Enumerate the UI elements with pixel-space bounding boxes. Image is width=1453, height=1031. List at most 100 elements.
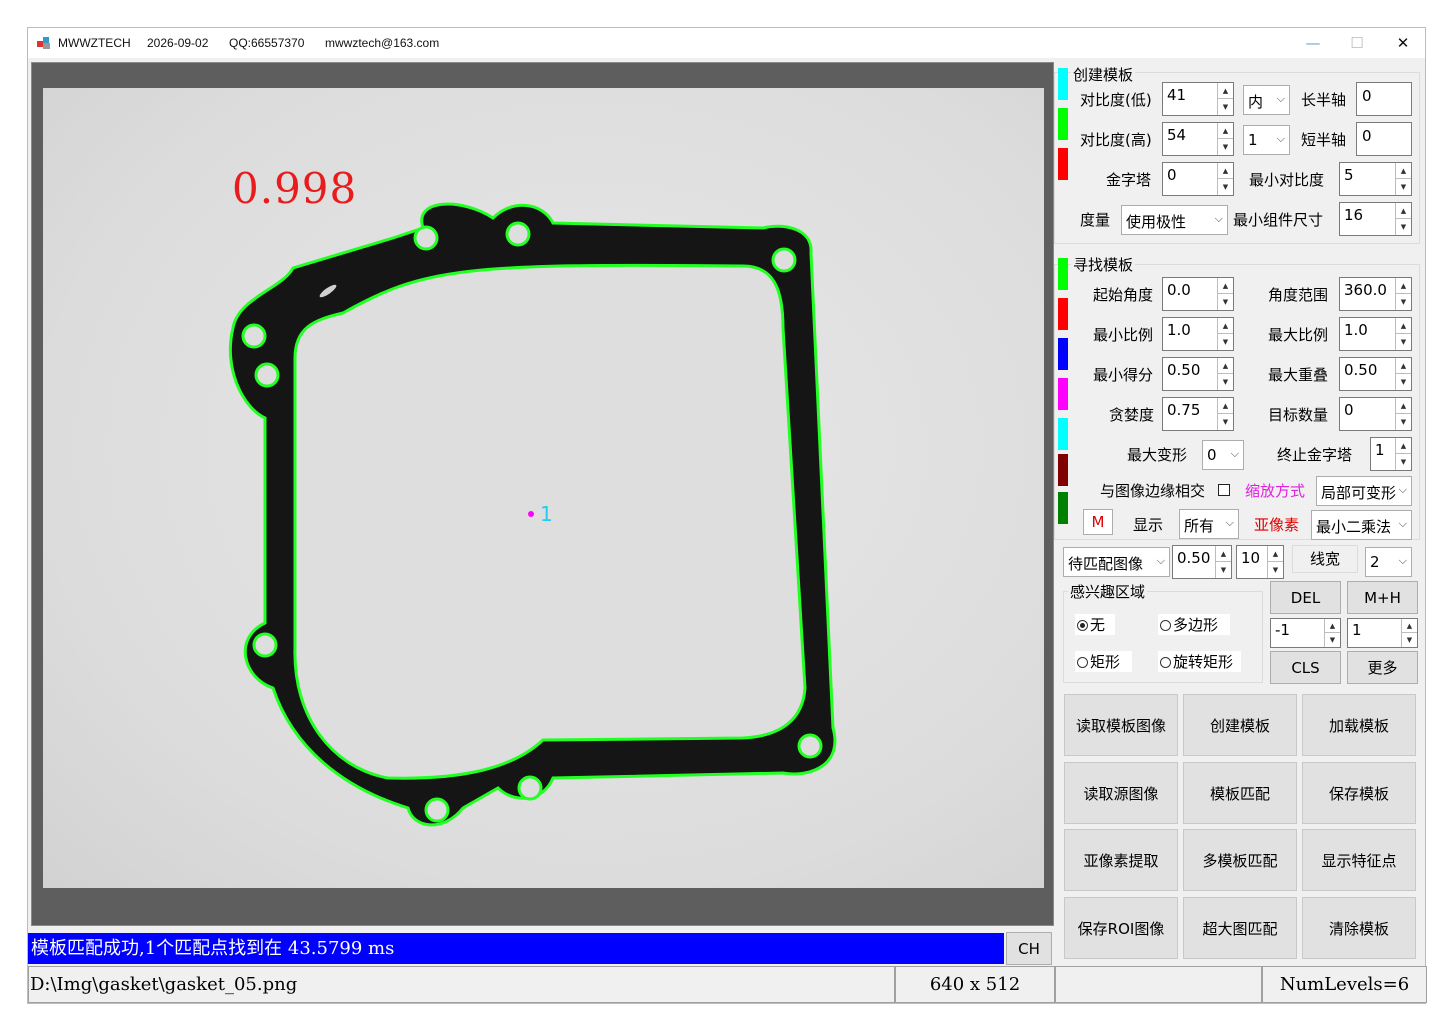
match-center-point	[528, 511, 534, 517]
contrast-high-spinner[interactable]: 54 ▲ ▼	[1162, 122, 1234, 156]
inner-select[interactable]: 内 ⌵	[1243, 85, 1290, 115]
angle-range-label: 角度范围	[1268, 286, 1329, 304]
color-swatch	[1058, 378, 1068, 410]
more-button[interactable]: 更多	[1347, 651, 1418, 684]
large-image-match-button[interactable]: 超大图匹配	[1183, 897, 1297, 959]
roi-polygon-radio[interactable]: 多边形	[1158, 614, 1231, 635]
maximize-button[interactable]: ☐	[1334, 28, 1380, 58]
num-targets-label: 目标数量	[1268, 406, 1329, 424]
min-component-spinner[interactable]: 16 ▲ ▼	[1339, 202, 1412, 236]
app-logo-icon	[37, 37, 50, 49]
minor-axis-input[interactable]: 0	[1356, 122, 1412, 156]
pyramid-label: 金字塔	[1106, 171, 1152, 189]
color-swatch	[1058, 492, 1068, 524]
subpixel-extract-button[interactable]: 亚像素提取	[1064, 829, 1178, 891]
app-name: MWWZTECH	[58, 36, 131, 50]
end-pyramid-label: 终止金字塔	[1277, 446, 1353, 464]
line-width-select[interactable]: 2 ⌵	[1365, 547, 1412, 577]
min-scale-spinner[interactable]: 1.0 ▲ ▼	[1162, 317, 1234, 351]
read-source-image-button[interactable]: 读取源图像	[1064, 762, 1178, 824]
close-button[interactable]: ✕	[1380, 28, 1426, 58]
contrast-low-label: 对比度(低)	[1080, 91, 1152, 109]
find-template-title: 寻找模板	[1071, 254, 1136, 275]
min-contrast-label: 最小对比度	[1249, 171, 1325, 189]
line-width-label: 线宽	[1292, 545, 1358, 573]
scale-mode-select[interactable]: 局部可变形 ⌵	[1316, 476, 1412, 506]
roi-rotated-rect-radio[interactable]: 旋转矩形	[1158, 651, 1242, 672]
metric-select[interactable]: 使用极性 ⌵	[1121, 205, 1228, 235]
create-template-button[interactable]: 创建模板	[1183, 694, 1297, 756]
index-spinner-1[interactable]: -1 ▲ ▼	[1270, 618, 1341, 648]
del-button[interactable]: DEL	[1270, 581, 1341, 614]
border-intersect-checkbox[interactable]	[1218, 484, 1230, 496]
ch-button[interactable]: CH	[1006, 932, 1052, 965]
max-deform-select[interactable]: 0 ⌵	[1202, 440, 1244, 470]
min-score-spinner[interactable]: 0.50 ▲ ▼	[1162, 357, 1234, 391]
color-swatch	[1058, 454, 1068, 486]
border-intersect-label: 与图像边缘相交	[1100, 482, 1206, 500]
m-button[interactable]: M	[1083, 509, 1113, 535]
image-select[interactable]: 待匹配图像 ⌵	[1063, 547, 1170, 577]
app-qq: QQ:66557370	[229, 36, 305, 50]
angle-range-spinner[interactable]: 360.0 ▲ ▼	[1339, 277, 1412, 311]
cls-button[interactable]: CLS	[1270, 651, 1341, 684]
subpixel-select[interactable]: 最小二乘法 ⌵	[1311, 510, 1412, 540]
gasket-shape	[228, 202, 837, 827]
color-swatch	[1058, 258, 1068, 290]
gasket-image[interactable]: 0.998 1	[43, 88, 1044, 888]
clear-template-button[interactable]: 清除模板	[1302, 897, 1416, 959]
size-spinner[interactable]: 10 ▲ ▼	[1236, 545, 1284, 579]
num-select[interactable]: 1 ⌵	[1243, 125, 1290, 155]
max-overlap-spinner[interactable]: 0.50 ▲ ▼	[1339, 357, 1412, 391]
max-deform-label: 最大变形	[1127, 446, 1188, 464]
roi-none-radio[interactable]: 无	[1075, 614, 1116, 635]
match-label: 1	[540, 502, 553, 526]
app-date: 2026-09-02	[147, 36, 209, 50]
max-scale-spinner[interactable]: 1.0 ▲ ▼	[1339, 317, 1412, 351]
num-targets-spinner[interactable]: 0 ▲ ▼	[1339, 397, 1412, 431]
display-label: 显示	[1133, 516, 1164, 534]
status-bar: 模板匹配成功,1个匹配点找到在 43.5799 ms	[28, 933, 1004, 964]
contrast-high-label: 对比度(高)	[1080, 131, 1152, 149]
max-overlap-label: 最大重叠	[1268, 366, 1329, 384]
greediness-label: 贪婪度	[1109, 406, 1155, 424]
match-score: 0.998	[232, 164, 358, 213]
start-angle-spinner[interactable]: 0.0 ▲ ▼	[1162, 277, 1234, 311]
index-spinner-2[interactable]: 1 ▲ ▼	[1347, 618, 1418, 648]
save-template-button[interactable]: 保存模板	[1302, 762, 1416, 824]
show-feature-points-button[interactable]: 显示特征点	[1302, 829, 1416, 891]
pyramid-spinner[interactable]: 0 ▲ ▼	[1162, 162, 1234, 196]
color-swatch	[1058, 418, 1068, 450]
display-select[interactable]: 所有 ⌵	[1179, 509, 1239, 539]
roi-title: 感兴趣区域	[1068, 581, 1148, 602]
minimize-button[interactable]: —	[1290, 28, 1336, 58]
major-axis-label: 长半轴	[1301, 91, 1347, 109]
image-viewer[interactable]: 0.998 1	[31, 62, 1054, 926]
template-match-button[interactable]: 模板匹配	[1183, 762, 1297, 824]
major-axis-input[interactable]: 0	[1356, 82, 1412, 116]
title-bar: MWWZTECH 2026-09-02 QQ:66557370 mwwztech…	[28, 28, 1425, 58]
max-scale-label: 最大比例	[1268, 326, 1329, 344]
end-pyramid-spinner[interactable]: 1 ▲ ▼	[1370, 437, 1412, 471]
num-levels: NumLevels=6	[1262, 966, 1427, 1003]
greediness-spinner[interactable]: 0.75 ▲ ▼	[1162, 397, 1234, 431]
load-template-button[interactable]: 加载模板	[1302, 694, 1416, 756]
scale-mode-label: 缩放方式	[1245, 482, 1306, 500]
color-swatch	[1058, 108, 1068, 140]
opacity-spinner[interactable]: 0.50 ▲ ▼	[1172, 545, 1232, 579]
save-roi-image-button[interactable]: 保存ROI图像	[1064, 897, 1178, 959]
m-plus-h-button[interactable]: M+H	[1347, 581, 1418, 614]
start-angle-label: 起始角度	[1093, 286, 1154, 304]
contrast-low-spinner[interactable]: 41 ▲ ▼	[1162, 82, 1234, 116]
min-contrast-spinner[interactable]: 5 ▲ ▼	[1339, 162, 1412, 196]
create-template-title: 创建模板	[1071, 64, 1136, 85]
color-swatch	[1058, 68, 1068, 100]
min-scale-label: 最小比例	[1093, 326, 1154, 344]
app-email: mwwztech@163.com	[325, 36, 440, 50]
read-template-image-button[interactable]: 读取模板图像	[1064, 694, 1178, 756]
min-score-label: 最小得分	[1093, 366, 1154, 384]
roi-rect-radio[interactable]: 矩形	[1075, 651, 1133, 672]
metric-label: 度量	[1080, 211, 1111, 229]
subpixel-label: 亚像素	[1254, 516, 1300, 534]
multi-template-match-button[interactable]: 多模板匹配	[1183, 829, 1297, 891]
